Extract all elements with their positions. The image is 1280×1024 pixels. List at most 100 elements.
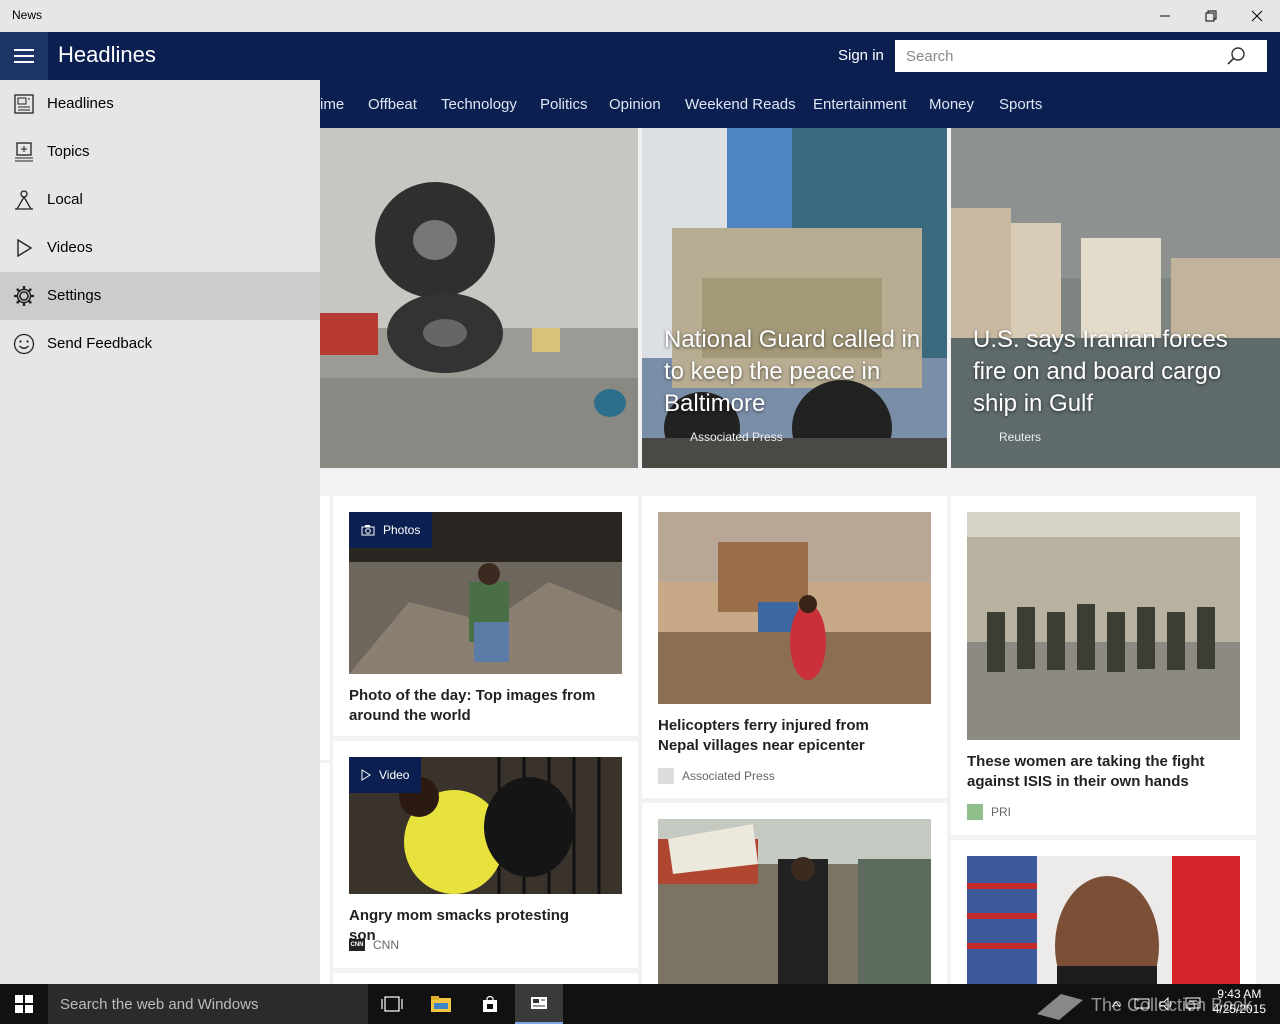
card-title: These women are taking the fight against…	[967, 753, 1205, 790]
file-explorer-button[interactable]	[417, 984, 465, 1024]
close-button[interactable]	[1234, 0, 1280, 32]
nav-item-topics[interactable]: Topics	[0, 128, 320, 176]
nav-pane: Headlines Topics Local Videos Settings S…	[0, 80, 320, 984]
news-card[interactable]: Helicopters ferry injured from Nepal vil…	[642, 496, 947, 798]
cnn-logo: CNN	[349, 939, 365, 951]
newspaper-icon	[12, 92, 36, 116]
pri-logo	[967, 804, 983, 820]
smiley-icon	[12, 332, 36, 356]
video-badge: Video	[349, 757, 422, 793]
hamburger-icon	[14, 49, 34, 63]
card-source: Associated Press	[658, 768, 775, 784]
card-image	[658, 512, 931, 704]
topics-icon	[12, 140, 36, 164]
hero-tile[interactable]: National Guard called in to keep the pea…	[642, 128, 947, 468]
clock-date: 4/25/2015	[1212, 1002, 1266, 1016]
local-icon	[12, 188, 36, 212]
nav-item-send-feedback[interactable]: Send Feedback	[0, 320, 320, 368]
action-center-button[interactable]	[1180, 984, 1206, 1024]
nav-item-label: Local	[47, 191, 83, 208]
nav-item-label: Headlines	[47, 95, 114, 112]
category-tab[interactable]: Offbeat	[368, 96, 417, 113]
source-label: Associated Press	[682, 769, 775, 783]
news-icon	[531, 997, 547, 1009]
badge-label: Photos	[383, 523, 421, 537]
play-icon	[361, 769, 371, 781]
category-tab[interactable]: ime	[320, 96, 344, 113]
clock[interactable]: 9:43 AM 4/25/2015	[1213, 987, 1266, 1017]
nav-item-settings[interactable]: Settings	[0, 272, 320, 320]
news-card[interactable]: Video Angry mom smacks protesting son CN…	[333, 741, 638, 968]
card-title: Photo of the day: Top images from around…	[349, 687, 596, 724]
minimize-button[interactable]	[1142, 0, 1188, 32]
news-card[interactable]	[333, 973, 638, 984]
card-source: CNN CNN	[349, 938, 399, 952]
restore-button[interactable]	[1188, 0, 1234, 32]
folder-icon	[431, 996, 451, 1012]
nav-item-label: Send Feedback	[47, 335, 153, 352]
hamburger-button[interactable]	[0, 32, 48, 80]
card-title: Helicopters ferry injured from Nepal vil…	[658, 717, 869, 754]
nav-item-local[interactable]: Local	[0, 176, 320, 224]
hero-tile[interactable]	[320, 128, 638, 468]
badge-label: Video	[379, 768, 410, 782]
category-tab[interactable]: Sports	[999, 96, 1042, 113]
store-button[interactable]	[466, 984, 514, 1024]
card-image: Video	[349, 757, 622, 894]
card-image: Photos	[349, 512, 622, 674]
card-image	[658, 819, 931, 984]
chevron-up-icon	[1111, 1001, 1121, 1008]
source-label: PRI	[991, 805, 1012, 819]
app-title: News	[12, 8, 43, 22]
search-box[interactable]	[895, 40, 1267, 72]
nav-item-label: Topics	[47, 143, 90, 160]
show-hidden-icons-button[interactable]	[1104, 984, 1128, 1024]
news-card[interactable]	[642, 803, 947, 984]
category-tab[interactable]: Politics	[540, 96, 588, 113]
book-logo-icon	[1037, 994, 1083, 1020]
hero-headline: U.S. says Iranian forces fire on and boa…	[973, 326, 1228, 417]
category-tab[interactable]: Money	[929, 96, 974, 113]
gear-icon	[12, 284, 36, 308]
sign-in-link[interactable]: Sign in	[838, 47, 884, 64]
taskbar-search[interactable]: Search the web and Windows	[48, 984, 368, 1024]
task-view-button[interactable]	[368, 984, 416, 1024]
title-bar: News	[0, 0, 1280, 32]
category-tab[interactable]: Entertainment	[813, 96, 906, 113]
network-icon	[1134, 998, 1150, 1010]
news-app-button[interactable]	[515, 984, 563, 1024]
hero-source: Reuters	[999, 430, 1042, 444]
category-tab[interactable]: Weekend Reads	[685, 96, 796, 113]
play-icon	[12, 236, 36, 260]
start-button[interactable]	[0, 984, 48, 1024]
search-icon[interactable]	[1227, 47, 1245, 65]
nav-item-videos[interactable]: Videos	[0, 224, 320, 272]
news-card[interactable]	[951, 840, 1256, 984]
card-image	[967, 512, 1240, 740]
card-partial	[320, 763, 330, 984]
card-partial	[320, 496, 330, 760]
hero-image	[320, 128, 638, 468]
nav-item-label: Settings	[47, 287, 102, 304]
volume-button[interactable]	[1155, 984, 1179, 1024]
windows-logo-icon	[15, 995, 33, 1013]
minimize-icon	[1160, 15, 1170, 17]
card-source: PRI	[967, 804, 1011, 820]
message-icon	[1185, 997, 1201, 1011]
nav-item-headlines[interactable]: Headlines	[0, 80, 320, 128]
search-input[interactable]	[895, 40, 1225, 72]
category-tab[interactable]: Technology	[441, 96, 517, 113]
source-logo	[658, 768, 674, 784]
source-label: CNN	[373, 938, 399, 952]
category-tab[interactable]: Opinion	[609, 96, 661, 113]
hero-source: Associated Press	[690, 430, 783, 444]
clock-time: 9:43 AM	[1217, 987, 1262, 1001]
news-card[interactable]: These women are taking the fight against…	[951, 496, 1256, 835]
photos-badge: Photos	[349, 512, 433, 548]
network-button[interactable]	[1130, 984, 1154, 1024]
news-card[interactable]: Photos Photo of the day: Top images from…	[333, 496, 638, 736]
card-image	[967, 856, 1240, 984]
hero-tile[interactable]: U.S. says Iranian forces fire on and boa…	[951, 128, 1280, 468]
restore-icon	[1205, 10, 1217, 22]
taskbar-search-placeholder: Search the web and Windows	[60, 996, 259, 1013]
